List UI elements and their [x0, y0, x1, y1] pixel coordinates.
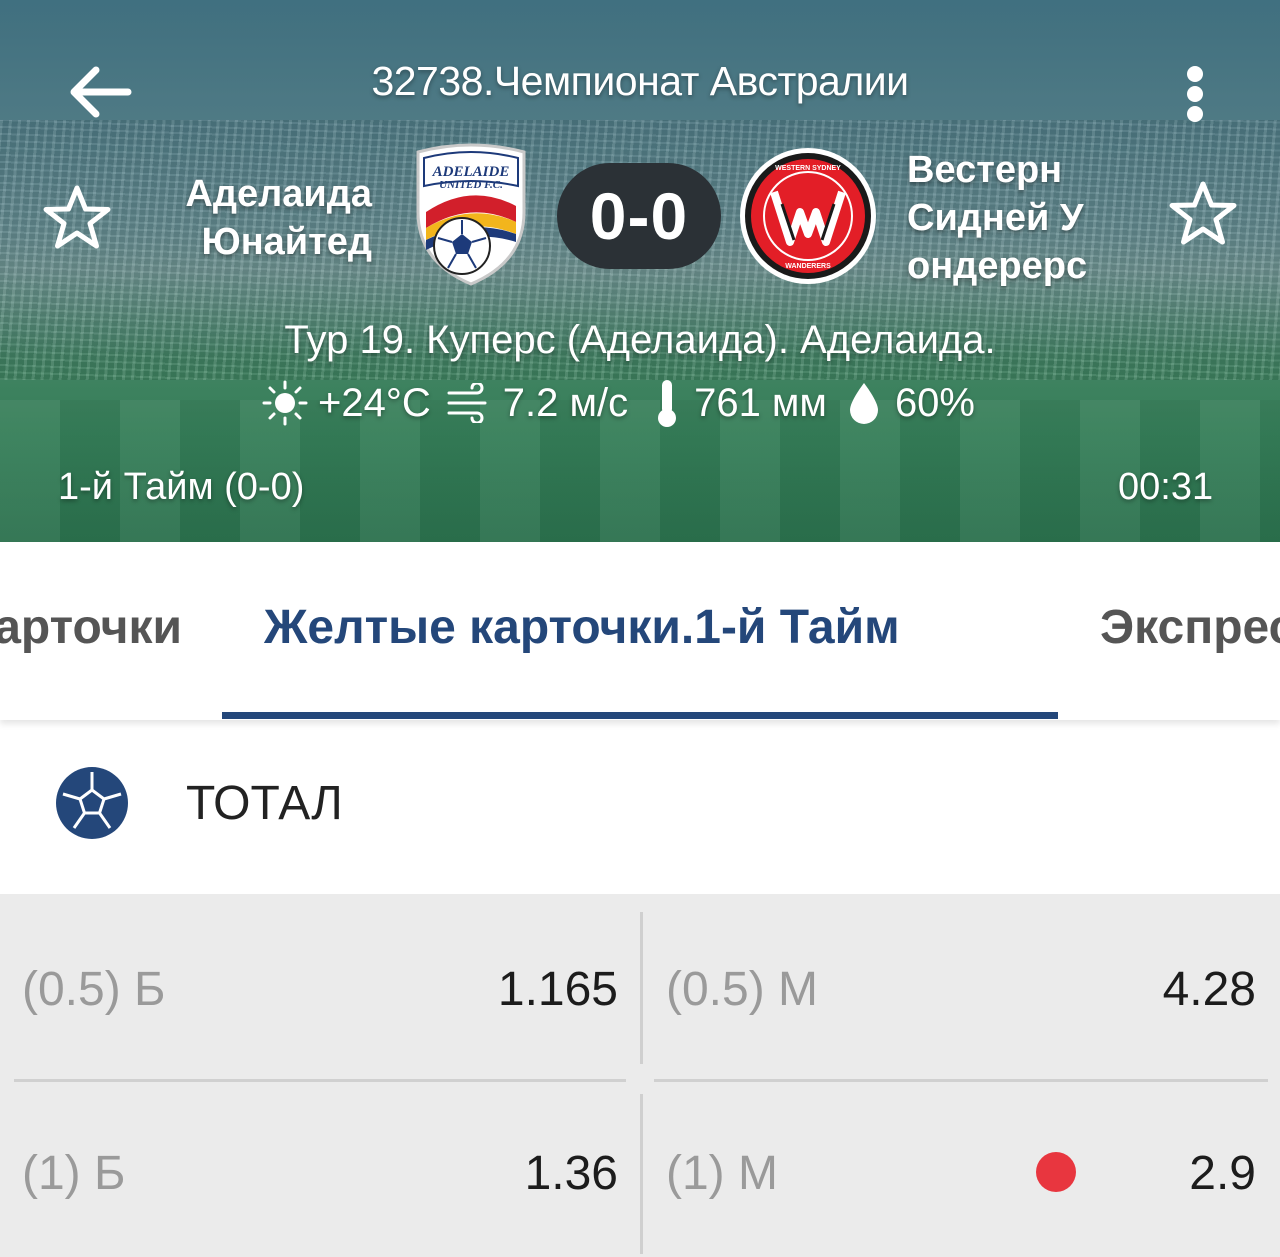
row-divider: [654, 1079, 1268, 1082]
tab-cards[interactable]: Карточки: [0, 600, 182, 655]
temperature-value: +24°C: [318, 380, 431, 425]
match-header: 32738.Чемпионат Австралии Аделаида Юнайт…: [0, 0, 1280, 542]
row-divider: [14, 1079, 626, 1082]
team2-logo-text: WESTERN SYDNEY: [775, 165, 841, 172]
svg-text:UNITED F.C.: UNITED F.C.: [439, 179, 503, 191]
odds-cell-over-0-5[interactable]: (0.5) Б 1.165: [0, 894, 630, 1064]
odds-value: 1.36: [524, 1147, 618, 1200]
humidity-drop-icon: [849, 383, 878, 424]
wind-icon: [447, 383, 487, 423]
back-button[interactable]: [62, 62, 134, 122]
odds-label: (0.5) М: [666, 963, 819, 1016]
team1-name: Аделаида Юнайтед: [185, 173, 372, 263]
match-score: 0-0: [557, 163, 721, 269]
team2-name: Вестерн Сидней У ондерерс: [907, 149, 1088, 287]
odds-label: (1) Б: [22, 1147, 126, 1200]
team1-logo-text: ADELAIDE: [432, 164, 510, 180]
soccer-ball-icon: [56, 767, 128, 839]
arrow-left-icon: [70, 66, 132, 118]
column-divider: [640, 1094, 643, 1254]
odds-cell-over-1[interactable]: (1) Б 1.36: [0, 1078, 630, 1248]
tab-yellow-cards-first-half[interactable]: Желтые карточки.1-й Тайм: [264, 600, 900, 655]
pressure-value: 761 мм: [694, 380, 827, 425]
more-vert-icon: [1187, 66, 1203, 82]
odds-label: (0.5) Б: [22, 963, 166, 1016]
odds-cell-under-0-5[interactable]: (0.5) М 4.28: [644, 894, 1268, 1064]
column-divider: [640, 912, 643, 1064]
weather-row: +24°C 7.2 м/с 761 мм 60%: [262, 376, 975, 430]
market-title: ТОТАЛ: [186, 777, 343, 830]
match-period: 1-й Тайм (0-0): [58, 466, 305, 508]
market-tabs: Карточки Желтые карточки.1-й Тайм Экспре…: [0, 542, 1280, 720]
odds-value: 4.28: [1162, 963, 1256, 1016]
odds-grid: (0.5) Б 1.165 (0.5) М 4.28 (1) Б 1.36 (1…: [0, 894, 1280, 1257]
wind-value: 7.2 м/с: [502, 380, 629, 425]
favorite-star-icon-team1[interactable]: [42, 184, 112, 250]
favorite-star-icon-team2[interactable]: [1168, 180, 1238, 246]
team2-logo: WESTERN SYDNEY WANDERERS: [740, 148, 876, 284]
more-options-button[interactable]: [1178, 62, 1214, 126]
odds-change-indicator: [1036, 1152, 1076, 1192]
odds-cell-under-1[interactable]: (1) М 2.9: [644, 1078, 1268, 1248]
thermometer-icon: [658, 380, 677, 427]
humidity-value: 60%: [894, 380, 975, 425]
tab-express[interactable]: Экспресс: [1100, 600, 1280, 655]
team1-logo: ADELAIDE UNITED F.C.: [416, 143, 526, 286]
active-tab-indicator: [222, 712, 1058, 719]
odds-value: 2.9: [1189, 1147, 1256, 1200]
odds-label: (1) М: [666, 1147, 778, 1200]
svg-text:WANDERERS: WANDERERS: [785, 263, 831, 270]
sun-icon: [262, 380, 308, 426]
match-clock: 00:31: [1118, 466, 1214, 508]
page-title: 32738.Чемпионат Австралии: [371, 58, 909, 104]
match-venue: Тур 19. Куперс (Аделаида). Аделаида.: [284, 318, 996, 362]
odds-value: 1.165: [497, 963, 618, 1016]
